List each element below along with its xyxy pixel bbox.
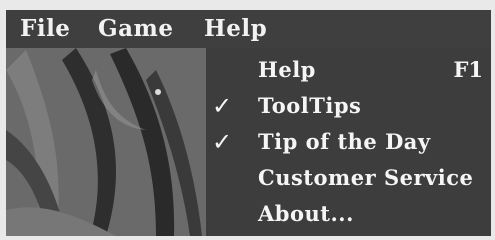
game-window: File Game Help Help F1 ✓ ToolTips ✓ Tip … — [6, 10, 491, 236]
menu-item-help[interactable]: Help F1 — [206, 52, 491, 88]
menu-help[interactable]: Help — [204, 17, 267, 41]
shortcut-label: F1 — [453, 57, 483, 82]
checkmark-icon: ✓ — [212, 128, 233, 156]
menu-game[interactable]: Game — [98, 17, 174, 41]
help-dropdown-menu: Help F1 ✓ ToolTips ✓ Tip of the Day Cust… — [206, 48, 491, 236]
menu-item-label: Help — [258, 57, 316, 82]
menu-item-label: About... — [258, 201, 354, 226]
menu-bar: File Game Help — [6, 10, 491, 48]
menu-item-about[interactable]: About... — [206, 196, 491, 232]
menu-item-tooltips[interactable]: ✓ ToolTips — [206, 88, 491, 124]
screenshot-frame: File Game Help Help F1 ✓ ToolTips ✓ Tip … — [0, 0, 495, 240]
checkmark-icon: ✓ — [212, 92, 233, 120]
menu-item-label: ToolTips — [258, 93, 362, 118]
menu-item-customer-service[interactable]: Customer Service — [206, 160, 491, 196]
menu-item-tip-of-the-day[interactable]: ✓ Tip of the Day — [206, 124, 491, 160]
menu-item-label: Tip of the Day — [258, 129, 431, 154]
menu-item-label: Customer Service — [258, 165, 474, 190]
menu-file[interactable]: File — [20, 17, 70, 41]
